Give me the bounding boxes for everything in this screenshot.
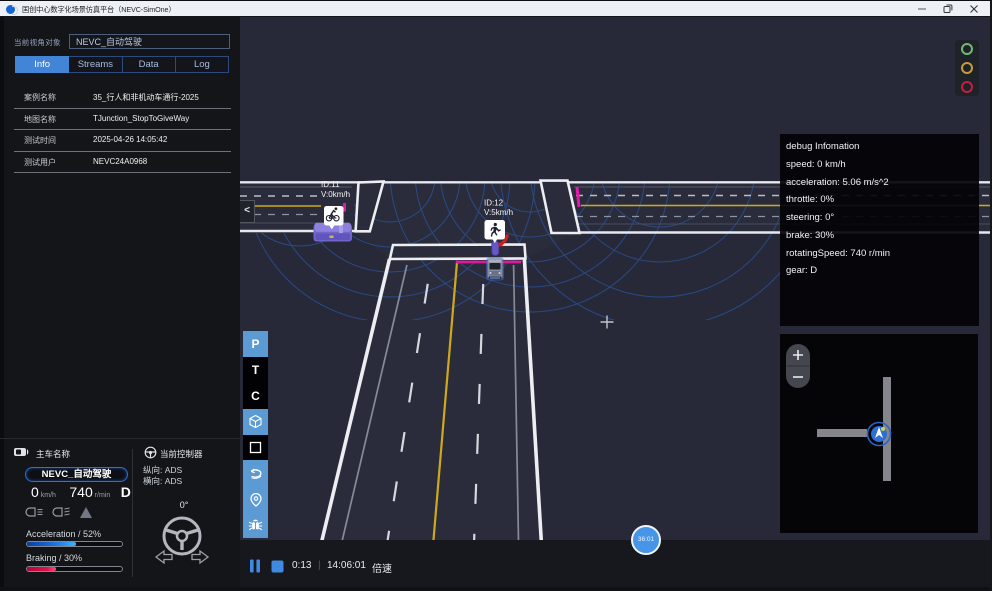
svg-text:V:5km/h: V:5km/h [484, 208, 513, 217]
svg-text:ID:11: ID:11 [321, 180, 340, 189]
svg-text:ID:12: ID:12 [484, 199, 504, 208]
svg-text:V:0km/h: V:0km/h [321, 190, 350, 199]
